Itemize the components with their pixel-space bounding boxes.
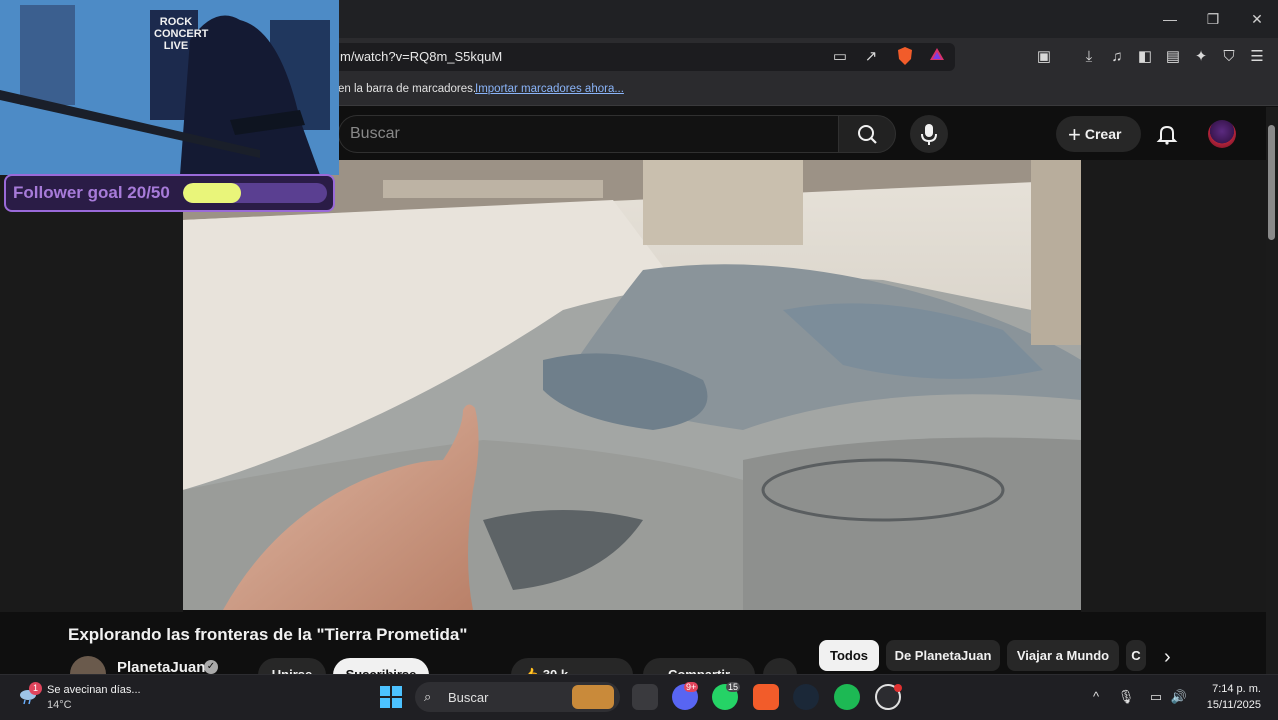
- chip-de-planetajuan[interactable]: De PlanetaJuan: [886, 640, 1000, 671]
- media-icon[interactable]: ♫: [1106, 46, 1128, 68]
- restore-button[interactable]: ❐: [1201, 8, 1225, 30]
- clock-time[interactable]: 7:14 p. m.: [1205, 683, 1261, 695]
- player-left-margin: [0, 160, 183, 612]
- wallet-icon[interactable]: ▤: [1162, 46, 1184, 68]
- follower-goal-fill: [183, 183, 241, 203]
- downloads-icon[interactable]: ⤓: [1078, 46, 1100, 68]
- create-label: Crear: [1084, 126, 1122, 142]
- create-button[interactable]: + Crear: [1056, 116, 1141, 152]
- weather-temp: 14°C: [47, 699, 72, 711]
- search-placeholder: Buscar: [350, 125, 400, 142]
- voice-search-button[interactable]: [910, 115, 948, 153]
- youtube-search-input[interactable]: [338, 115, 838, 153]
- taskbar-search-icon: ⌕: [424, 689, 432, 704]
- video-frame-mosaic: [183, 160, 1081, 610]
- import-bookmarks-link[interactable]: Importar marcadores ahora...: [475, 83, 624, 95]
- weather-badge: 1: [29, 682, 42, 695]
- account-avatar[interactable]: [1208, 120, 1236, 148]
- steam-icon[interactable]: [793, 684, 819, 710]
- share-page-icon[interactable]: ↗: [860, 46, 882, 68]
- reader-mode-icon[interactable]: ▣: [1033, 46, 1055, 68]
- sidebar-icon[interactable]: ◧: [1134, 46, 1156, 68]
- scrollbar-thumb[interactable]: [1268, 125, 1275, 240]
- cast-icon[interactable]: ▭: [829, 46, 851, 68]
- chip-viajar-a-mundo[interactable]: Viajar a Mundo: [1007, 640, 1119, 671]
- discord-badge: 9+: [684, 682, 699, 692]
- microphone-tray-icon[interactable]: 🎙: [1117, 688, 1135, 706]
- spotify-icon[interactable]: [834, 684, 860, 710]
- windows-start-icon[interactable]: [380, 686, 402, 708]
- weather-text[interactable]: Se avecinan días...: [47, 684, 141, 696]
- webcam-overlay: ROCK CONCERT LIVE: [0, 0, 339, 175]
- brave-shields-icon[interactable]: [894, 46, 916, 68]
- task-view-icon[interactable]: [632, 684, 658, 710]
- chip-scroll-right-icon[interactable]: ›: [1164, 646, 1171, 669]
- bookmarks-hint: en la barra de marcadores.: [338, 83, 477, 95]
- clock-date[interactable]: 15/11/2025: [1195, 699, 1261, 711]
- volume-icon[interactable]: 🔊: [1170, 688, 1188, 706]
- network-icon[interactable]: ▭: [1147, 688, 1165, 706]
- poster-text: ROCK CONCERT LIVE: [154, 16, 209, 52]
- follower-goal-bar: [183, 183, 327, 203]
- tray-expand-icon[interactable]: ^: [1087, 688, 1105, 706]
- search-button[interactable]: [838, 115, 896, 153]
- minimize-button[interactable]: —: [1158, 8, 1182, 30]
- search-highlight-icon[interactable]: [572, 685, 614, 709]
- follower-goal-text: Follower goal 20/50: [13, 183, 170, 202]
- menu-icon[interactable]: ☰: [1246, 46, 1268, 68]
- taskbar-search-placeholder: Buscar: [448, 690, 489, 705]
- leo-ai-icon[interactable]: ✦: [1190, 46, 1212, 68]
- url-text[interactable]: m/watch?v=RQ8m_S5kquM: [340, 49, 502, 64]
- brave-browser-icon[interactable]: [753, 684, 779, 710]
- whatsapp-badge: 15: [726, 682, 741, 692]
- chip-next-partial[interactable]: C: [1126, 640, 1146, 671]
- player-right-margin: [1081, 160, 1266, 612]
- microphone-icon: [921, 124, 937, 145]
- chip-todos[interactable]: Todos: [819, 640, 879, 671]
- recording-indicator: [894, 684, 902, 692]
- brave-rewards-icon[interactable]: [926, 46, 948, 68]
- plus-icon: +: [1068, 122, 1081, 147]
- video-player[interactable]: [183, 160, 1081, 610]
- notifications-bell-icon[interactable]: [1155, 122, 1179, 146]
- vpn-icon[interactable]: ⛉: [1218, 46, 1240, 68]
- close-window-button[interactable]: ✕: [1245, 8, 1269, 30]
- video-title: Explorando las fronteras de la "Tierra P…: [68, 625, 468, 644]
- search-icon: [858, 125, 877, 144]
- verified-check-icon: ✓: [204, 660, 218, 674]
